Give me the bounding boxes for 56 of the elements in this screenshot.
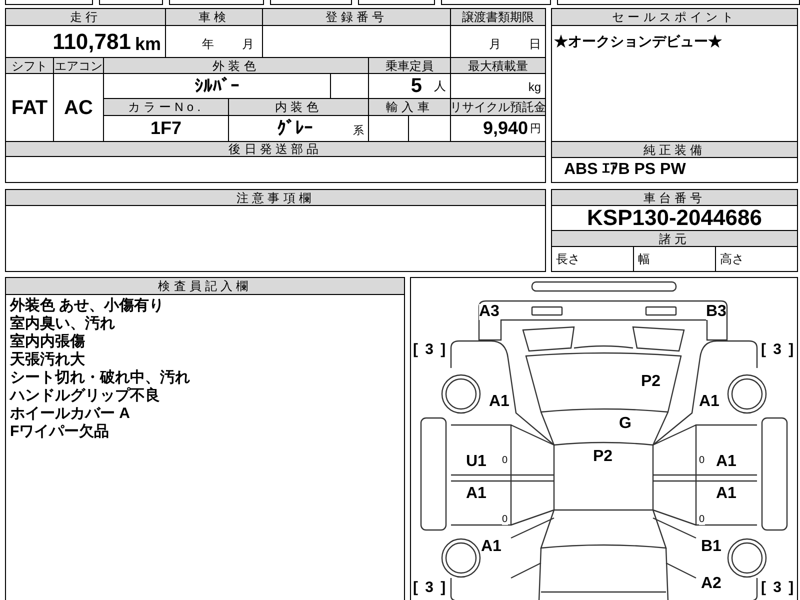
spec-cell: 高さ <box>716 247 798 272</box>
column-header: 輸入車 <box>369 99 451 116</box>
damage-mark: A3 <box>479 304 500 320</box>
column-header: セールスポイント <box>552 9 798 26</box>
mileage-unit: km <box>134 35 161 53</box>
column-header: シフト <box>6 58 54 74</box>
column-header: 検査員記入欄 <box>6 278 404 295</box>
damage-mark: [ 3 ] <box>413 580 448 595</box>
column-header: 注意事項欄 <box>6 190 546 206</box>
sales-point-text: ★オークションデビュー★ <box>554 33 722 49</box>
month-unit: 月 <box>242 36 254 53</box>
load-unit: kg <box>528 79 541 96</box>
day-unit: 日 <box>529 36 541 53</box>
capacity-value: 5 <box>410 76 422 96</box>
column-header: カラーNo. <box>104 99 229 116</box>
inspector-note: 天張汚れ大 <box>10 351 86 369</box>
column-header: 乗車定員 <box>369 58 451 74</box>
column-header: 最大積載量 <box>451 58 546 74</box>
inspector-note: シート切れ・破れ中、汚れ <box>10 369 191 387</box>
month-unit: 月 <box>489 36 501 53</box>
column-header: 譲渡書類期限 <box>451 9 546 26</box>
inspector-note: ホイールカバー A <box>10 405 131 423</box>
inspector-note: 室内内張傷 <box>10 333 86 351</box>
spec-cell: 長さ <box>552 247 634 272</box>
inspector-note: 室内臭い、汚れ <box>10 315 116 332</box>
damage-mark: 0 <box>699 515 705 525</box>
equipment-text: ABS ｴｱB PS PW <box>564 160 686 180</box>
damage-mark: 0 <box>502 515 508 525</box>
column-header: エアコン <box>54 58 104 74</box>
inspector-note: 外装色 あせ、小傷有り <box>10 297 166 314</box>
inspector-note: Fワイパー欠品 <box>10 423 110 441</box>
recycle-fee-unit: 円 <box>530 122 541 136</box>
capacity-unit: 人 <box>434 80 446 92</box>
column-header: 純正装備 <box>552 142 798 158</box>
column-header: 走行 <box>6 9 166 26</box>
column-header: 内装色 <box>229 99 369 116</box>
recycle-fee-value: 9,940 <box>482 117 528 140</box>
damage-mark: [ 3 ] <box>413 342 448 357</box>
column-header: 車検 <box>166 9 263 26</box>
mileage-value: 110,781 <box>52 31 131 53</box>
inspector-note: ハンドルグリップ不良 <box>10 387 161 405</box>
damage-mark: [ 3 ] <box>761 342 796 357</box>
interior-color-value: ｸﾞﾚｰ <box>277 117 313 140</box>
column-header: 外装色 <box>104 58 369 74</box>
damage-mark: 0 <box>502 456 508 466</box>
column-header: 後日発送部品 <box>6 142 546 157</box>
column-header: 登録番号 <box>263 9 451 26</box>
spec-cell: 幅 <box>634 247 716 272</box>
year-unit: 年 <box>202 36 214 53</box>
damage-mark: 0 <box>699 456 705 466</box>
interior-color-suffix: 系 <box>353 124 364 138</box>
damage-mark: B3 <box>706 304 726 320</box>
column-header: 諸元 <box>552 231 798 247</box>
column-header: リサイクル預託金 <box>451 99 546 116</box>
column-header: 車台番号 <box>552 190 798 206</box>
damage-mark: [ 3 ] <box>761 580 796 595</box>
